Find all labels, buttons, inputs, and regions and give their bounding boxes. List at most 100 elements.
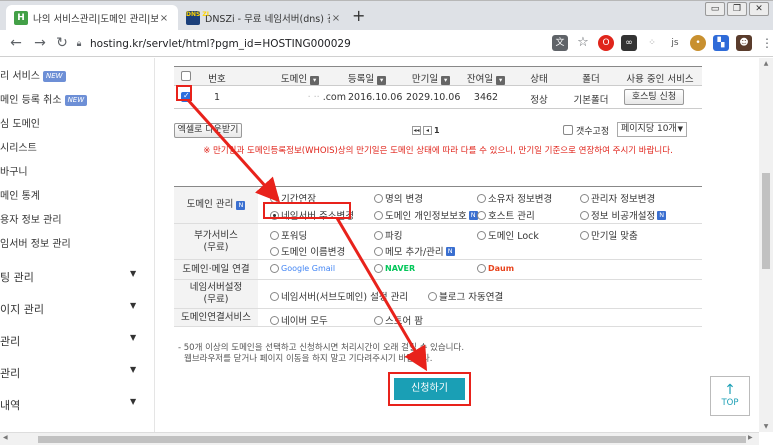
option-info-private[interactable]: 정보 비공개설정 N xyxy=(580,208,667,222)
option-daum[interactable]: Daum xyxy=(477,264,514,273)
maximize-button[interactable]: ❐ xyxy=(727,2,747,16)
horizontal-scrollbar[interactable]: ◀ ▶ xyxy=(0,432,759,445)
option-blog-link[interactable]: 블로그 자동연결 xyxy=(428,289,503,303)
radio-icon[interactable] xyxy=(374,246,383,256)
new-tab-button[interactable]: + xyxy=(352,8,365,24)
minimize-button[interactable]: ▭ xyxy=(705,2,725,16)
reload-icon[interactable]: ↻ xyxy=(54,35,70,51)
scroll-left-icon[interactable]: ◀ xyxy=(3,434,8,441)
dots-icon[interactable]: ⁘ xyxy=(644,35,660,51)
select-all-checkbox[interactable] xyxy=(181,71,191,81)
menu-icon[interactable]: ⋮ xyxy=(759,35,773,51)
sidebar-item[interactable]: 바구니 xyxy=(0,163,154,178)
radio-icon[interactable] xyxy=(270,264,279,273)
radio-icon[interactable] xyxy=(477,264,486,273)
radio-icon[interactable] xyxy=(270,315,279,325)
js-icon[interactable]: js xyxy=(667,35,683,51)
translate-icon[interactable]: 文 xyxy=(552,35,568,51)
sidebar-section[interactable]: 관리 ▼ xyxy=(0,365,154,381)
radio-icon[interactable] xyxy=(374,210,383,220)
first-page-icon[interactable]: ◂◂ xyxy=(412,126,421,135)
col-expires[interactable]: 만기일 ▾ xyxy=(402,71,460,85)
scroll-right-icon[interactable]: ▶ xyxy=(748,434,753,441)
option-ns-subdomain[interactable]: 네임서버(서브도메인) 설정 관리 xyxy=(270,289,408,303)
opera-icon[interactable]: O xyxy=(598,35,614,51)
row-domain[interactable]: · ·· .com xyxy=(234,92,346,103)
option-parking[interactable]: 파킹 xyxy=(374,228,402,242)
radio-icon[interactable] xyxy=(477,210,486,220)
radio-icon[interactable] xyxy=(270,193,279,203)
sidebar-item[interactable]: 심 도메인 xyxy=(0,115,154,130)
mask-icon[interactable]: ∞ xyxy=(621,35,637,51)
sidebar-item[interactable]: 리 서비스 NEW xyxy=(0,67,154,82)
sidebar-item[interactable]: 시리스트 xyxy=(0,139,154,154)
sidebar-item[interactable]: 메인 등록 취소 NEW xyxy=(0,91,154,106)
sidebar-section[interactable]: 관리 ▼ xyxy=(0,333,154,349)
radio-icon[interactable] xyxy=(580,210,589,220)
radio-icon[interactable] xyxy=(580,230,589,240)
radio-icon[interactable] xyxy=(428,291,437,301)
radio-icon[interactable] xyxy=(477,193,486,203)
sidebar-item[interactable]: 임서버 정보 관리 xyxy=(0,235,154,250)
scroll-down-icon[interactable]: ▼ xyxy=(759,423,773,430)
option-memo[interactable]: 메모 추가/관리 N xyxy=(374,244,455,258)
vertical-scrollbar[interactable]: ▲ ▼ xyxy=(759,58,773,432)
col-registered[interactable]: 등록일 ▾ xyxy=(342,71,392,85)
excel-download-button[interactable]: 엑셀로 다운받기 xyxy=(174,123,242,138)
apply-button[interactable]: 신청하기 xyxy=(394,378,465,400)
address-bar[interactable]: 🔒︎ hosting.kr/servlet/html?pgm_id=HOSTIN… xyxy=(74,33,534,54)
option-renewal[interactable]: 기간연장 xyxy=(270,191,316,205)
radio-icon[interactable] xyxy=(270,291,279,301)
scroll-up-icon[interactable]: ▲ xyxy=(759,60,773,67)
cookie-icon[interactable]: • xyxy=(690,35,706,51)
scroll-top-button[interactable]: ↑ TOP xyxy=(710,376,750,416)
sidebar-item[interactable]: 용자 정보 관리 xyxy=(0,211,154,226)
radio-selected-icon[interactable] xyxy=(270,210,279,220)
option-naver-modoo[interactable]: 네이버 모두 xyxy=(270,313,328,327)
tab-dnszi[interactable]: DNS ZI DNSZi - 무료 네임서버(dns) 관리 × xyxy=(178,5,350,31)
radio-icon[interactable] xyxy=(374,264,383,273)
option-host-manage[interactable]: 호스트 관리 xyxy=(477,208,535,222)
sidebar-section[interactable]: 팅 관리 ▼ xyxy=(0,269,154,285)
radio-icon[interactable] xyxy=(270,230,279,240)
option-domain-rename[interactable]: 도메인 이름변경 xyxy=(270,244,345,258)
option-admin-info[interactable]: 관리자 정보변경 xyxy=(580,191,655,205)
option-store-farm[interactable]: 스토어 팜 xyxy=(374,313,423,327)
per-page-select[interactable]: 페이지당 10개 ▼ xyxy=(617,122,687,137)
option-owner-info[interactable]: 소유자 정보변경 xyxy=(477,191,552,205)
vertical-scroll-thumb[interactable] xyxy=(762,173,770,269)
option-gmail[interactable]: Google Gmail xyxy=(270,264,335,273)
col-days-left[interactable]: 잔여일 ▾ xyxy=(464,71,508,85)
sidebar-item[interactable]: 메인 통계 xyxy=(0,187,154,202)
horizontal-scroll-thumb[interactable] xyxy=(38,436,746,443)
flag-icon[interactable]: ▚ xyxy=(713,35,729,51)
option-domain-lock[interactable]: 도메인 Lock xyxy=(477,228,539,242)
hosting-apply-button[interactable]: 호스팅 신청 xyxy=(624,89,684,105)
radio-icon[interactable] xyxy=(374,193,383,203)
col-domain[interactable]: 도메인 ▾ xyxy=(270,71,330,85)
tab-close-icon[interactable]: × xyxy=(330,13,342,24)
profile-avatar[interactable]: ☻ xyxy=(736,35,752,51)
forward-arrow-icon[interactable]: → xyxy=(32,35,48,51)
radio-icon[interactable] xyxy=(477,230,486,240)
star-icon[interactable]: ☆ xyxy=(575,35,591,51)
option-expiry-match[interactable]: 만기일 맞춤 xyxy=(580,228,638,242)
close-window-button[interactable]: ✕ xyxy=(749,2,769,16)
row-checkbox[interactable] xyxy=(181,91,191,102)
option-nameserver-change[interactable]: 네임서버 주소변경 xyxy=(270,208,354,222)
count-fixed-checkbox[interactable] xyxy=(563,125,573,135)
option-privacy[interactable]: 도메인 개인정보보호 N xyxy=(374,208,478,222)
option-naver[interactable]: NAVER xyxy=(374,264,415,273)
sidebar-section[interactable]: 내역 ▼ xyxy=(0,397,154,413)
radio-icon[interactable] xyxy=(374,230,383,240)
prev-page-icon[interactable]: ◂ xyxy=(423,126,432,135)
sidebar-section[interactable]: 이지 관리 ▼ xyxy=(0,301,154,317)
radio-icon[interactable] xyxy=(270,246,279,256)
option-owner-change[interactable]: 명의 변경 xyxy=(374,191,423,205)
current-page[interactable]: 1 xyxy=(434,126,440,135)
option-forwarding[interactable]: 포워딩 xyxy=(270,228,307,242)
tab-hosting[interactable]: H 나의 서비스관리|도메인 관리|보… × xyxy=(6,5,178,31)
tab-close-icon[interactable]: × xyxy=(158,13,170,24)
radio-icon[interactable] xyxy=(374,315,383,325)
radio-icon[interactable] xyxy=(580,193,589,203)
